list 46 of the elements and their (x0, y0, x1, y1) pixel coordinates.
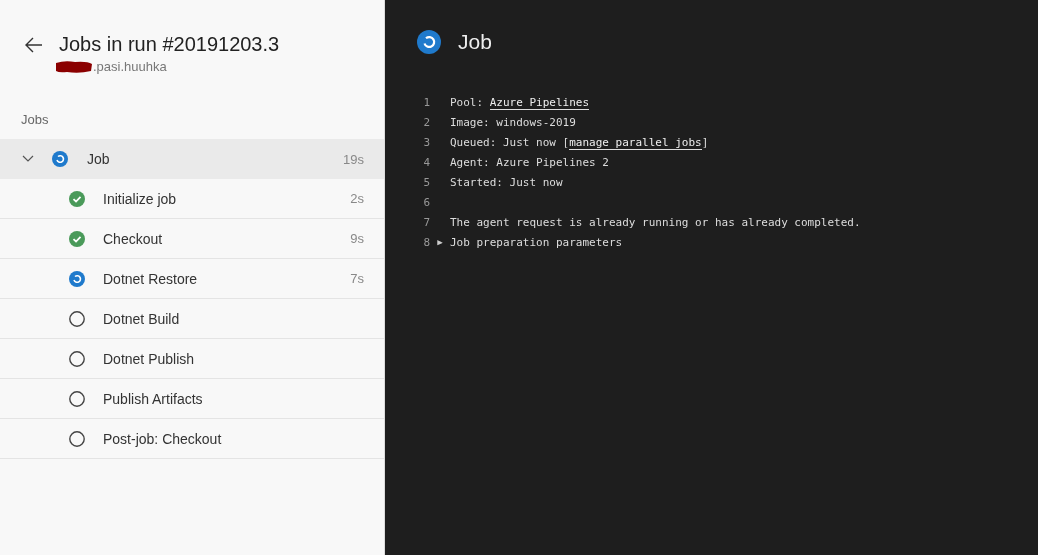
log-link[interactable]: Azure Pipelines (489, 95, 590, 110)
log-title: Job (458, 30, 492, 54)
page-title: Jobs in run #20191203.3 (59, 33, 280, 56)
step-row[interactable]: Checkout 9s (0, 219, 384, 259)
step-row[interactable]: Dotnet Build (0, 299, 384, 339)
line-number: 1 (422, 95, 430, 109)
chevron-icon[interactable] (22, 155, 34, 163)
job-name: Job (87, 151, 111, 167)
line-number: 3 (422, 135, 430, 149)
step-name: Dotnet Restore (103, 270, 198, 287)
user-name: .pasi.huuhka (93, 59, 167, 74)
log-text: Job preparation parameters (450, 235, 623, 249)
step-row[interactable]: Post-job: Checkout (0, 419, 384, 459)
step-name: Initialize job (103, 190, 177, 207)
log-text: Pool: (450, 95, 485, 109)
redaction-mark (55, 59, 93, 74)
line-number: 4 (422, 155, 430, 169)
step-duration: 9s (350, 231, 364, 246)
job-duration: 19s (343, 151, 364, 167)
step-row[interactable]: Dotnet Restore 7s (0, 259, 384, 299)
line-number: 8 (422, 235, 430, 249)
log-text: The agent request is already running or has already completed. (450, 215, 861, 229)
step-row[interactable]: Publish Artifacts (0, 379, 384, 419)
log-text: Agent: Azure Pipelines 2 (450, 155, 609, 169)
expand-toggle[interactable]: ▶ (437, 237, 443, 247)
step-name: Dotnet Build (103, 310, 180, 327)
step-name: Dotnet Publish (103, 350, 195, 367)
log-text: Queued: Just now [ (450, 135, 570, 149)
line-number: 6 (422, 195, 430, 209)
log-text: Started: Just now (450, 175, 563, 189)
back-arrow-icon[interactable] (25, 37, 43, 53)
step-row[interactable]: Initialize job 2s (0, 179, 384, 219)
step-name: Checkout (103, 230, 163, 247)
step-name: Post-job: Checkout (103, 430, 222, 447)
step-duration: 2s (350, 191, 364, 206)
line-number: 5 (422, 175, 430, 189)
step-name: Publish Artifacts (103, 390, 203, 407)
step-row[interactable]: Dotnet Publish (0, 339, 384, 379)
line-number: 2 (422, 115, 430, 129)
step-duration: 7s (350, 271, 364, 286)
log-link[interactable]: manage parallel jobs (569, 135, 702, 150)
job-row[interactable]: Job 19s (0, 139, 384, 179)
line-number: 7 (422, 215, 430, 229)
log-text: ] (701, 135, 709, 149)
section-label: Jobs (20, 111, 50, 129)
log-text: Image: windows-2019 (450, 115, 576, 129)
